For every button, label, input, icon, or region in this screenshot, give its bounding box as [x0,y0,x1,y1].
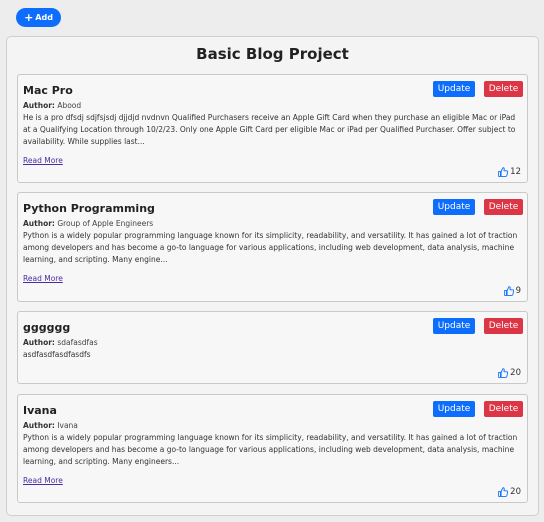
thumbs-up-icon [503,286,514,296]
read-more-link[interactable]: Read More [23,156,63,165]
thumbs-up-icon [498,167,509,177]
thumbs-up-icon [498,487,509,497]
like-count: 12 [510,167,521,177]
author-name: Abood [57,101,82,110]
add-button-label: Add [35,13,53,22]
like-counter[interactable]: 20 [498,487,521,497]
post-card: gggggg Update Delete Author: sdafasdfas … [17,311,528,384]
read-more-link[interactable]: Read More [23,476,63,485]
author-name: Ivana [57,421,78,430]
post-card: Python Programming Update Delete Author:… [17,192,528,302]
author-label: Author: [23,219,55,228]
page-title: Basic Blog Project [196,45,349,63]
post-card: Mac Pro Update Delete Author: Abood He i… [17,74,528,183]
read-more-link[interactable]: Read More [23,274,63,283]
like-counter[interactable]: 12 [498,167,521,177]
delete-button[interactable]: Delete [484,81,523,97]
delete-button[interactable]: Delete [484,401,523,417]
update-button[interactable]: Update [433,401,475,417]
post-excerpt: Python is a widely popular programming l… [23,433,518,466]
post-excerpt: He is a pro dfsdj sdjfsjsdj djjdjd nvdnv… [23,113,516,146]
post-author: Author: Ivana [23,421,522,430]
post-excerpt: asdfasdfasdfasdfs [23,350,91,359]
post-excerpt: Python is a widely popular programming l… [23,231,518,264]
author-label: Author: [23,421,55,430]
add-button[interactable]: + Add [16,8,61,27]
post-card: Ivana Update Delete Author: Ivana Python… [17,394,528,503]
delete-button[interactable]: Delete [484,199,523,215]
author-name: sdafasdfas [57,338,98,347]
post-author: Author: sdafasdfas [23,338,522,347]
post-author: Author: Group of Apple Engineers [23,219,522,228]
like-count: 20 [510,487,521,497]
author-name: Group of Apple Engineers [57,219,154,228]
update-button[interactable]: Update [433,199,475,215]
like-count: 9 [515,286,521,296]
like-counter[interactable]: 9 [503,286,521,296]
blog-container: Basic Blog Project Mac Pro Update Delete… [6,36,539,516]
like-counter[interactable]: 20 [498,368,521,378]
thumbs-up-icon [498,368,509,378]
update-button[interactable]: Update [433,318,475,334]
author-label: Author: [23,338,55,347]
post-author: Author: Abood [23,101,522,110]
author-label: Author: [23,101,55,110]
plus-icon: + [24,11,34,24]
like-count: 20 [510,368,521,378]
update-button[interactable]: Update [433,81,475,97]
delete-button[interactable]: Delete [484,318,523,334]
